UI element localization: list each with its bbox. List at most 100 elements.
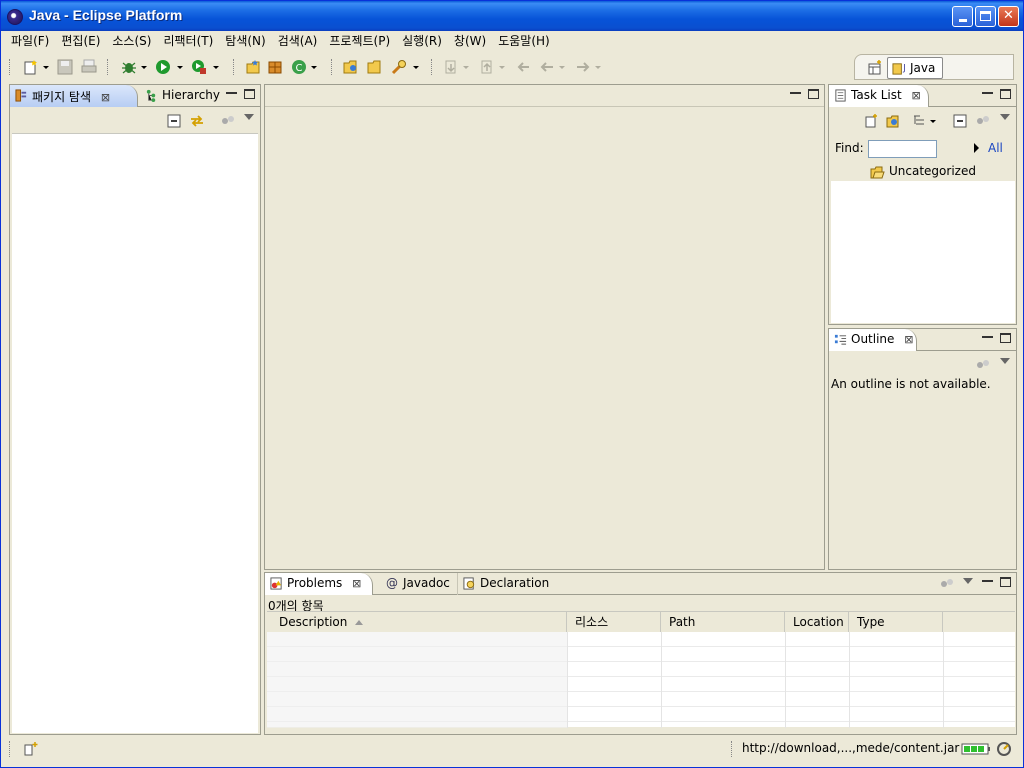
menu-navigate[interactable]: 탐색(N) bbox=[219, 31, 271, 51]
find-input[interactable] bbox=[868, 140, 937, 158]
filters-icon[interactable] bbox=[976, 358, 990, 372]
progress-icon[interactable] bbox=[961, 742, 991, 756]
view-menu-icon[interactable] bbox=[963, 578, 973, 584]
menu-file[interactable]: 파일(F) bbox=[5, 31, 55, 51]
run-icon[interactable] bbox=[155, 59, 171, 75]
at-icon: @ bbox=[386, 576, 398, 590]
view-menu-icon[interactable] bbox=[1000, 358, 1010, 364]
link-with-editor-icon[interactable] bbox=[190, 114, 204, 128]
filters-icon[interactable] bbox=[221, 114, 235, 128]
external-tools-icon[interactable] bbox=[191, 59, 207, 75]
next-annotation-icon[interactable] bbox=[443, 59, 459, 75]
tab-problems[interactable]: Problems ⊠ bbox=[265, 573, 373, 595]
forward-dropdown-icon[interactable] bbox=[595, 66, 601, 69]
close-icon[interactable]: ⊠ bbox=[352, 577, 361, 590]
menu-edit[interactable]: 편집(E) bbox=[55, 31, 106, 51]
previous-annotation-icon[interactable] bbox=[479, 59, 495, 75]
tab-declaration[interactable]: Declaration bbox=[457, 573, 549, 595]
presentation-icon[interactable] bbox=[912, 114, 926, 128]
tab-task-list[interactable]: Task List ⊠ bbox=[829, 85, 929, 107]
maximize-view-icon[interactable] bbox=[1000, 89, 1011, 99]
close-icon[interactable]: ⊠ bbox=[101, 91, 110, 104]
filters-icon[interactable] bbox=[940, 577, 954, 591]
presentation-dropdown-icon[interactable] bbox=[930, 120, 936, 123]
tab-label: Problems bbox=[287, 576, 343, 590]
menu-source[interactable]: 소스(S) bbox=[106, 31, 157, 51]
close-icon[interactable]: ⊠ bbox=[904, 333, 913, 346]
package-explorer-tree[interactable] bbox=[12, 133, 258, 733]
next-annotation-dropdown-icon[interactable] bbox=[463, 66, 469, 69]
maximize-editor-icon[interactable] bbox=[808, 89, 819, 99]
column-header-type[interactable]: Type bbox=[849, 612, 943, 632]
debug-icon[interactable] bbox=[121, 59, 137, 75]
close-button[interactable]: ✕ bbox=[998, 6, 1019, 27]
back-dropdown-icon[interactable] bbox=[559, 66, 565, 69]
svg-text:J: J bbox=[902, 62, 905, 72]
minimize-view-icon[interactable] bbox=[982, 333, 993, 338]
open-type-icon[interactable] bbox=[343, 59, 359, 75]
title-bar[interactable]: Java - Eclipse Platform ✕ bbox=[1, 1, 1023, 31]
column-header-description[interactable]: Description bbox=[267, 612, 567, 632]
new-icon[interactable] bbox=[23, 59, 39, 75]
tab-hierarchy[interactable]: Hierarchy bbox=[140, 85, 222, 107]
menu-refactor[interactable]: 리팩터(T) bbox=[157, 31, 219, 51]
new-dropdown-icon[interactable] bbox=[43, 66, 49, 69]
minimize-view-icon[interactable] bbox=[982, 577, 993, 582]
column-header-resource[interactable]: 리소스 bbox=[567, 612, 661, 632]
save-icon[interactable] bbox=[57, 59, 73, 75]
tab-javadoc[interactable]: @ Javadoc bbox=[381, 573, 455, 595]
tab-package-explorer[interactable]: 패키지 탐색 ⊠ bbox=[10, 85, 138, 107]
external-tools-dropdown-icon[interactable] bbox=[213, 66, 219, 69]
open-perspective-icon[interactable] bbox=[867, 60, 883, 76]
collapse-all-icon[interactable] bbox=[167, 114, 181, 128]
menu-window[interactable]: 창(W) bbox=[448, 31, 492, 51]
view-menu-icon[interactable] bbox=[1000, 114, 1010, 120]
new-class-dropdown-icon[interactable] bbox=[311, 66, 317, 69]
task-list-tree[interactable]: Uncategorized bbox=[831, 163, 1015, 323]
tab-outline[interactable]: Outline ⊠ bbox=[829, 329, 917, 351]
maximize-view-icon[interactable] bbox=[244, 89, 255, 99]
menu-search[interactable]: 검색(A) bbox=[272, 31, 324, 51]
maximize-button[interactable] bbox=[975, 6, 996, 27]
close-icon[interactable]: ⊠ bbox=[912, 89, 921, 102]
column-header-path[interactable]: Path bbox=[661, 612, 785, 632]
minimize-view-icon[interactable] bbox=[982, 89, 993, 94]
last-edit-icon[interactable] bbox=[515, 59, 531, 75]
minimize-button[interactable] bbox=[952, 6, 973, 27]
forward-icon[interactable] bbox=[575, 59, 591, 75]
find-label: Find: bbox=[835, 141, 864, 155]
category-row[interactable]: Uncategorized bbox=[831, 163, 1015, 181]
all-link[interactable]: All bbox=[988, 141, 1003, 155]
minimize-editor-icon[interactable] bbox=[790, 89, 801, 94]
previous-annotation-dropdown-icon[interactable] bbox=[499, 66, 505, 69]
collapse-all-icon[interactable] bbox=[953, 114, 967, 128]
new-package-icon[interactable] bbox=[267, 59, 283, 75]
new-java-project-icon[interactable] bbox=[245, 59, 261, 75]
menu-project[interactable]: 프로젝트(P) bbox=[323, 31, 396, 51]
new-category-icon[interactable] bbox=[886, 114, 900, 128]
maximize-view-icon[interactable] bbox=[1000, 333, 1011, 343]
new-task-icon[interactable] bbox=[864, 114, 878, 128]
minimize-view-icon[interactable] bbox=[226, 89, 237, 94]
maximize-view-icon[interactable] bbox=[1000, 577, 1011, 587]
open-folder-icon[interactable] bbox=[367, 59, 383, 75]
fast-view-icon[interactable] bbox=[23, 741, 39, 757]
hierarchy-icon bbox=[146, 89, 156, 102]
problems-table[interactable]: Description 리소스 Path Location Type bbox=[267, 611, 1015, 728]
menu-run[interactable]: 실행(R) bbox=[396, 31, 448, 51]
menu-help[interactable]: 도움말(H) bbox=[492, 31, 556, 51]
run-dropdown-icon[interactable] bbox=[177, 66, 183, 69]
search-dropdown-icon[interactable] bbox=[413, 66, 419, 69]
filters-icon[interactable] bbox=[976, 114, 990, 128]
back-icon[interactable] bbox=[539, 59, 555, 75]
column-header-location[interactable]: Location bbox=[785, 612, 849, 632]
java-perspective-button[interactable]: J Java bbox=[887, 57, 943, 79]
java-perspective-icon: J bbox=[892, 62, 906, 75]
background-tasks-icon[interactable] bbox=[995, 740, 1013, 758]
window-title: Java - Eclipse Platform bbox=[29, 7, 183, 23]
view-menu-icon[interactable] bbox=[244, 114, 254, 120]
search-icon[interactable] bbox=[391, 59, 407, 75]
new-class-icon[interactable]: C bbox=[291, 59, 307, 75]
print-icon[interactable] bbox=[81, 59, 97, 75]
debug-dropdown-icon[interactable] bbox=[141, 66, 147, 69]
